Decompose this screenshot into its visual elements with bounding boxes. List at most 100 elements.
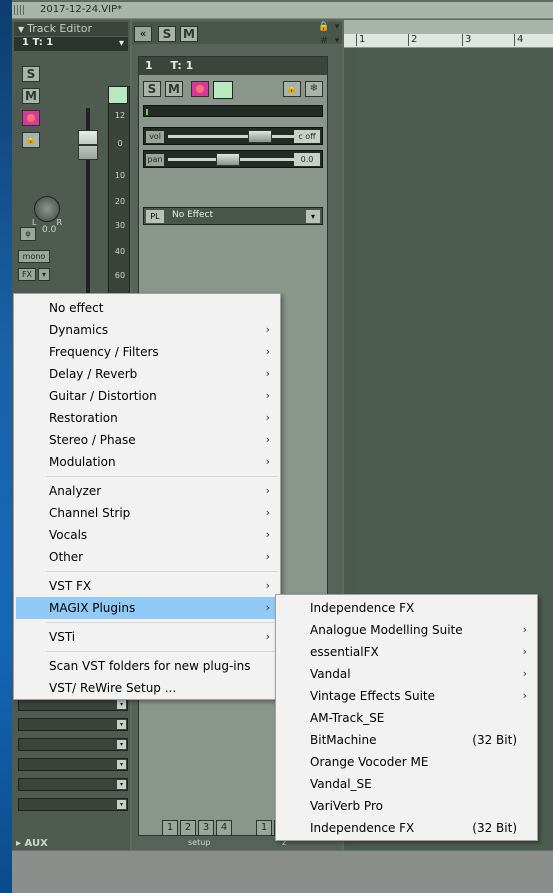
settings-icon[interactable]: ❄: [305, 81, 323, 97]
timeline-ruler[interactable]: 1 2 3 4: [344, 34, 553, 48]
submenu-item-essentialfx[interactable]: essentialFX ›: [278, 641, 537, 663]
plugin-slot-value: No Effect: [172, 210, 214, 220]
menu-item-guitar-distortion[interactable]: Guitar / Distortion ›: [16, 385, 280, 407]
aux-slot[interactable]: ▾: [18, 718, 128, 731]
ruler-mark: 1: [356, 34, 365, 46]
pan-value: 0.0: [42, 225, 57, 235]
track-header[interactable]: 1 T: 1: [139, 57, 327, 75]
setup-button-4[interactable]: 4: [216, 820, 232, 836]
chevron-down-icon[interactable]: ▾: [331, 21, 343, 33]
setup-button-1[interactable]: 1: [162, 820, 178, 836]
window-title: 2017-12-24.VIP*: [40, 4, 123, 15]
track-editor-header[interactable]: ▼ Track Editor: [14, 22, 128, 36]
chevron-down-icon[interactable]: ▾: [306, 210, 320, 223]
track-mute-button[interactable]: M: [165, 81, 183, 97]
menu-separator: [46, 571, 278, 572]
chevron-right-icon: ›: [265, 389, 270, 402]
arranger-toolbar: [344, 20, 553, 34]
grip-icon[interactable]: [14, 5, 26, 15]
speaker-icon[interactable]: [108, 86, 128, 104]
collapse-arrow-icon[interactable]: ▼: [18, 25, 24, 34]
menu-item-other[interactable]: Other ›: [16, 546, 280, 568]
volume-slider[interactable]: [168, 135, 294, 138]
mono-button[interactable]: mono: [18, 250, 50, 263]
chevron-right-icon: ›: [522, 623, 527, 636]
submenu-item-vintage-effects-suite[interactable]: Vintage Effects Suite ›: [278, 685, 537, 707]
setup-button-3[interactable]: 3: [198, 820, 214, 836]
volume-fader-handle[interactable]: [78, 130, 98, 160]
mute-button[interactable]: M: [22, 88, 40, 104]
submenu-item-analogue-modelling-suite[interactable]: Analogue Modelling Suite ›: [278, 619, 537, 641]
menu-item-vst-fx[interactable]: VST FX ›: [16, 575, 280, 597]
menu-item-analyzer[interactable]: Analyzer ›: [16, 480, 280, 502]
menu-item-magix-plugins[interactable]: MAGIX Plugins ›: [16, 597, 280, 619]
chevron-down-icon[interactable]: ▾: [117, 700, 126, 709]
pan-right-label: R: [56, 218, 63, 227]
menu-item-frequency-filters[interactable]: Frequency / Filters ›: [16, 341, 280, 363]
chevron-down-icon[interactable]: ▾: [331, 35, 343, 47]
speaker-icon[interactable]: [213, 81, 233, 99]
effect-context-menu: No effect Dynamics › Frequency / Filters ›…: [13, 293, 281, 700]
submenu-item-orange-vocoder-me[interactable]: Orange Vocoder ME: [278, 751, 537, 773]
record-arm-button[interactable]: [22, 110, 40, 126]
aux-section-label[interactable]: ▸ AUX: [16, 838, 48, 849]
title-bar: 2017-12-24.VIP*: [12, 2, 553, 19]
chevron-right-icon: ›: [265, 455, 270, 468]
track-solo-button[interactable]: S: [143, 81, 161, 97]
track-editor-track-select[interactable]: 1 T: 1 ▾: [14, 37, 128, 51]
plugin-slot[interactable]: PL No Effect ▾: [143, 207, 323, 225]
zoom-button-1[interactable]: 1: [256, 820, 272, 836]
lock-icon[interactable]: 🔒: [318, 21, 330, 33]
global-solo-button[interactable]: S: [158, 26, 176, 42]
volume-slider-thumb[interactable]: [248, 130, 272, 143]
magix-plugins-submenu: Independence FX Analogue Modelling Suite…: [275, 594, 538, 841]
aux-slot[interactable]: ▾: [18, 798, 128, 811]
track-editor-title: Track Editor: [27, 22, 92, 35]
fx-dropdown-icon[interactable]: ▾: [38, 268, 50, 281]
menu-item-scan-vst[interactable]: Scan VST folders for new plug-ins: [16, 655, 280, 677]
menu-item-vst-rewire-setup[interactable]: VST/ ReWire Setup ...: [16, 677, 280, 699]
menu-item-vsti[interactable]: VSTi ›: [16, 626, 280, 648]
fx-button[interactable]: FX: [18, 268, 36, 281]
phase-button[interactable]: φ: [20, 227, 36, 241]
chevron-down-icon[interactable]: ▾: [117, 740, 126, 749]
lock-icon[interactable]: 🔒: [22, 132, 40, 148]
global-mute-button[interactable]: M: [180, 26, 198, 42]
track-record-button[interactable]: [191, 81, 209, 97]
pan-slider-thumb[interactable]: [216, 153, 240, 166]
aux-slot[interactable]: ▾: [18, 778, 128, 791]
submenu-item-am-track-se[interactable]: AM-Track_SE: [278, 707, 537, 729]
chevron-right-icon: ›: [265, 630, 270, 643]
menu-item-dynamics[interactable]: Dynamics ›: [16, 319, 280, 341]
submenu-item-vandal-se[interactable]: Vandal_SE: [278, 773, 537, 795]
aux-slot[interactable]: ▾: [18, 738, 128, 751]
submenu-item-vandal[interactable]: Vandal ›: [278, 663, 537, 685]
menu-item-channel-strip[interactable]: Channel Strip ›: [16, 502, 280, 524]
menu-item-vocals[interactable]: Vocals ›: [16, 524, 280, 546]
grid-icon[interactable]: #: [318, 35, 330, 47]
track-number: 1: [145, 59, 153, 72]
chevron-down-icon[interactable]: ▾: [119, 38, 124, 49]
menu-item-stereo-phase[interactable]: Stereo / Phase ›: [16, 429, 280, 451]
menu-item-restoration[interactable]: Restoration ›: [16, 407, 280, 429]
setup-buttons: 1 2 3 4: [162, 820, 232, 836]
menu-separator: [46, 651, 278, 652]
chevron-right-icon: ›: [265, 484, 270, 497]
submenu-item-independence-fx[interactable]: Independence FX: [278, 597, 537, 619]
aux-slot[interactable]: ▾: [18, 758, 128, 771]
submenu-item-variverb-pro[interactable]: VariVerb Pro: [278, 795, 537, 817]
lock-icon[interactable]: 🔒: [283, 81, 301, 97]
submenu-item-bitmachine[interactable]: BitMachine (32 Bit): [278, 729, 537, 751]
menu-item-no-effect[interactable]: No effect: [16, 297, 280, 319]
submenu-item-independence-fx-32bit[interactable]: Independence FX (32 Bit): [278, 817, 537, 839]
chevron-right-icon: ›: [265, 579, 270, 592]
chevron-down-icon[interactable]: ▾: [117, 760, 126, 769]
menu-item-delay-reverb[interactable]: Delay / Reverb ›: [16, 363, 280, 385]
chevron-down-icon[interactable]: ▾: [117, 720, 126, 729]
chevron-down-icon[interactable]: ▾: [117, 800, 126, 809]
solo-button[interactable]: S: [22, 66, 40, 82]
collapse-button[interactable]: «: [134, 26, 152, 42]
chevron-down-icon[interactable]: ▾: [117, 780, 126, 789]
setup-button-2[interactable]: 2: [180, 820, 196, 836]
menu-item-modulation[interactable]: Modulation ›: [16, 451, 280, 473]
